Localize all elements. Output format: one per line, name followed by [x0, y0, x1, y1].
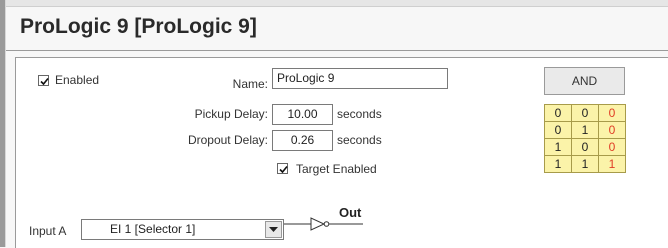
table-cell: 1 [544, 155, 572, 173]
dropout-delay-label: Dropout Delay: [187, 133, 268, 147]
window-left-edge-highlight [5, 0, 6, 247]
pickup-delay-unit: seconds [337, 107, 382, 121]
name-label: Name: [232, 77, 268, 91]
page-title: ProLogic 9 [ProLogic 9] [20, 15, 257, 38]
pickup-delay-input[interactable]: 10.00 [272, 104, 333, 125]
output-cell: 0 [598, 104, 626, 122]
check-icon [279, 165, 288, 174]
target-enabled-label: Target Enabled [296, 162, 377, 176]
check-icon [40, 77, 49, 86]
output-cell: 0 [598, 138, 626, 156]
table-cell: 0 [544, 121, 572, 139]
title-divider [6, 50, 668, 51]
output-cell: 0 [598, 121, 626, 139]
table-cell: 1 [544, 138, 572, 156]
input-a-dropdown-button[interactable] [265, 221, 282, 238]
chevron-down-icon [269, 227, 278, 232]
input-a-value: EI 1 [Selector 1] [110, 222, 196, 236]
pickup-delay-label: Pickup Delay: [194, 107, 268, 121]
gate-type-button[interactable]: AND [544, 67, 625, 95]
output-label: Out [339, 205, 362, 220]
table-row: 0 0 0 [544, 104, 626, 122]
input-a-select[interactable]: EI 1 [Selector 1] [81, 219, 284, 240]
table-row: 1 1 1 [544, 155, 626, 173]
input-a-label: Input A [29, 224, 67, 238]
table-cell: 0 [571, 138, 599, 156]
name-input[interactable]: ProLogic 9 [272, 68, 448, 89]
table-cell: 0 [544, 104, 572, 122]
enabled-checkbox[interactable] [38, 75, 49, 86]
table-row: 0 1 0 [544, 121, 626, 139]
table-cell: 1 [571, 155, 599, 173]
table-row: 1 0 0 [544, 138, 626, 156]
enabled-label: Enabled [55, 73, 100, 87]
truth-table: 0 0 0 0 1 0 1 0 0 1 1 1 [544, 104, 626, 173]
table-cell: 1 [571, 121, 599, 139]
target-enabled-checkbox[interactable] [277, 163, 288, 174]
dropout-delay-unit: seconds [337, 133, 382, 147]
table-cell: 0 [571, 104, 599, 122]
output-cell: 1 [598, 155, 626, 173]
dropout-delay-input[interactable]: 0.26 [272, 130, 333, 151]
window-top-edge [0, 0, 668, 7]
